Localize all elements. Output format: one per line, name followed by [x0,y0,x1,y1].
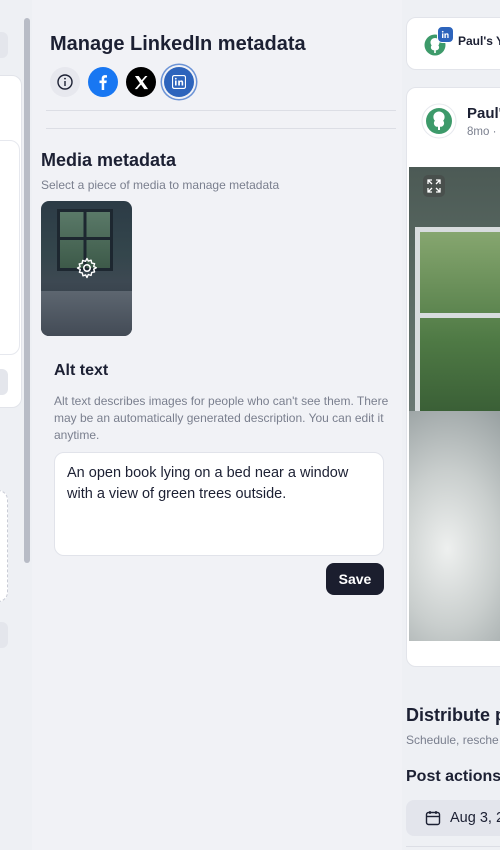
divider [46,128,396,129]
preview-column: Paul's Yo Paul' 8mo · Distribute p Sched… [402,0,500,850]
distribute-title: Distribute p [406,705,500,725]
panel-scrollbar[interactable] [24,18,30,563]
facebook-icon[interactable] [88,67,118,97]
post-image[interactable] [409,167,500,641]
save-button[interactable]: Save [326,563,384,595]
post-meta: 8mo · [467,126,497,138]
post-image-window [415,227,500,417]
metadata-panel: Manage LinkedIn metadata Media metadata … [32,0,402,850]
media-metadata-subtitle: Select a piece of media to manage metada… [41,178,280,192]
expand-icon[interactable] [423,175,445,197]
account-name: Paul's Yo [458,34,500,48]
panel-title: Manage LinkedIn metadata [50,33,306,55]
info-icon[interactable] [50,67,80,97]
alt-text-input[interactable]: An open book lying on a bed near a windo… [54,452,384,556]
post-preview-card: Paul' 8mo · [406,87,500,667]
schedule-date-label: Aug 3, 2 [450,810,500,826]
post-author-name: Paul' [467,105,500,122]
media-metadata-title: Media metadata [41,150,177,170]
post-author-avatar [421,103,457,139]
platform-icon-row [50,67,194,97]
alt-text-title: Alt text [54,362,109,379]
alt-text-help: Alt text describes images for people who… [54,394,389,442]
linkedin-badge-icon [437,26,454,43]
schedule-date-button[interactable]: Aug 3, 2 [406,800,500,836]
media-thumbnail[interactable] [41,201,132,336]
divider [46,110,396,111]
x-icon[interactable] [126,67,156,97]
post-image-bedding [409,411,500,641]
left-chip-2[interactable] [0,369,8,395]
thumbnail-bed [41,291,132,336]
calendar-icon [425,811,441,826]
gear-icon[interactable] [75,256,99,280]
account-selector[interactable]: Paul's Yo [406,17,500,70]
left-dropzone[interactable] [0,490,8,602]
linkedin-icon[interactable] [164,67,194,97]
divider [406,846,500,847]
distribute-subtitle: Schedule, resche [406,733,499,747]
post-actions-title: Post actions [406,768,500,785]
left-inner-card [0,140,20,355]
left-chip[interactable] [0,32,8,58]
left-chip-3[interactable] [0,622,8,648]
